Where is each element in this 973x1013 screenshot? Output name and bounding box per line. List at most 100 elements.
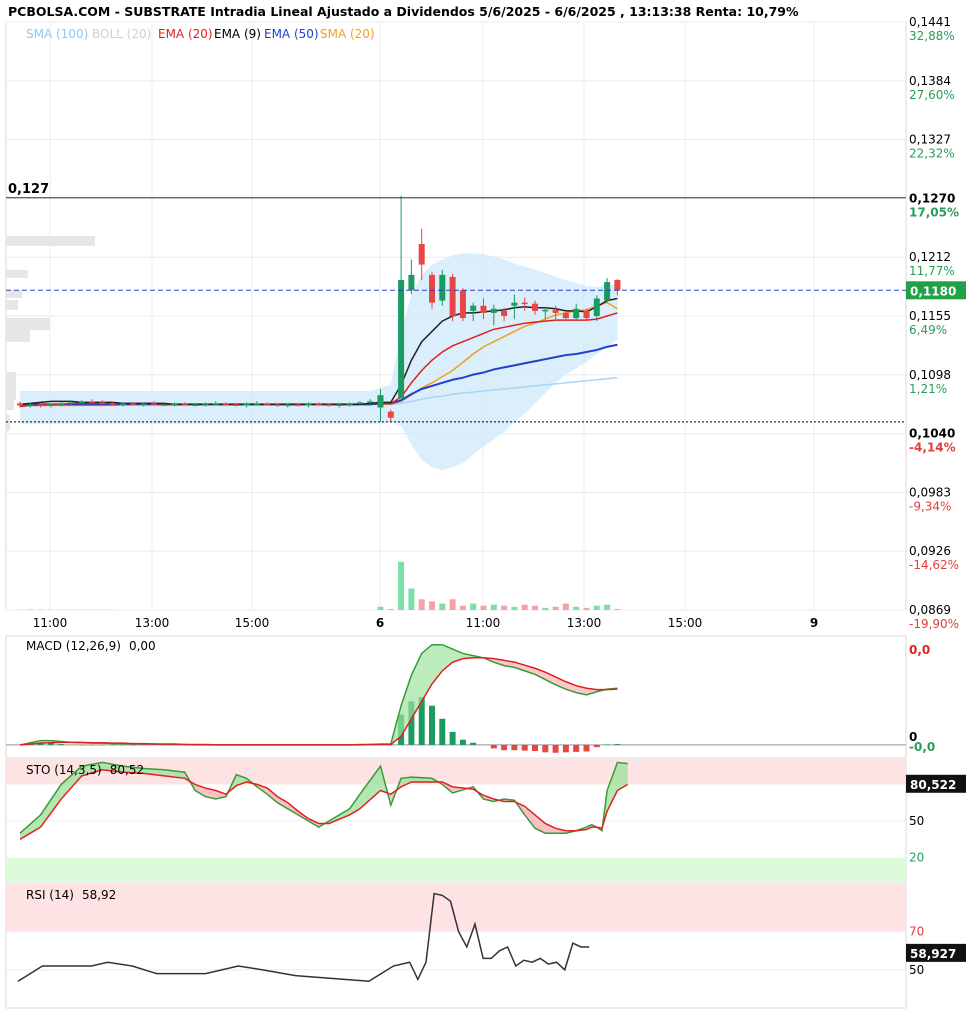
candle-body — [109, 403, 116, 405]
macd-tick-label: -0,0 — [909, 740, 935, 754]
volume-bar — [408, 588, 415, 610]
price-tick-label: 0,1155 — [909, 309, 951, 323]
candle-body — [377, 395, 384, 408]
volume-bar — [573, 606, 580, 610]
stock-chart: 0,127 0,144132,88% 0,138427,60% 0,132722,3… — [5, 4, 966, 1009]
candle-body — [305, 403, 312, 406]
macd-histogram-bar — [490, 744, 497, 749]
candle-body — [614, 280, 621, 291]
candle-body — [398, 280, 405, 399]
volume-bar — [490, 604, 497, 610]
macd-histogram-bar — [449, 731, 456, 745]
volume-bar — [604, 604, 611, 610]
candle-body — [439, 274, 446, 301]
candle-body — [418, 244, 425, 265]
macd-histogram-bar — [439, 718, 446, 745]
candle-body — [295, 404, 302, 406]
percent-tick-label: 22,32% — [909, 147, 955, 161]
volume-profile-bar — [6, 372, 16, 400]
candle-body — [449, 276, 456, 316]
rsi-tick-label: 70 — [909, 925, 924, 939]
volume-bar — [501, 605, 508, 610]
percent-tick-label: 11,77% — [909, 264, 955, 278]
candle-body — [68, 402, 75, 404]
macd-histogram-bar — [542, 744, 549, 753]
candle-body — [459, 290, 466, 319]
candle-body — [274, 404, 281, 406]
legend-item: EMA (9) — [214, 27, 261, 41]
candle-body — [233, 404, 240, 406]
price-tick-label: 0,1441 — [909, 15, 951, 29]
candle-body — [429, 274, 435, 303]
main-panel: 0,127 0,144132,88% 0,138427,60% 0,132722,3… — [5, 15, 966, 631]
price-tick-label: 0,1270 — [909, 191, 955, 205]
price-tick-label: 0,1040 — [909, 427, 955, 441]
percent-tick-label: 1,21% — [909, 382, 947, 396]
rsi-value-label: 58,927 — [910, 947, 956, 961]
sto-label: STO (14,3,5) 80,52 — [26, 763, 144, 777]
legend-item: EMA (50) — [264, 27, 319, 41]
percent-tick-label: 27,60% — [909, 88, 955, 102]
candle-body — [542, 309, 549, 312]
macd-histogram-bar — [614, 744, 621, 745]
candle-body — [243, 403, 250, 406]
volume-profile-bar — [6, 290, 22, 298]
candle-body — [336, 404, 343, 406]
macd-histogram-bar — [562, 744, 569, 753]
rsi-tick-label: 50 — [909, 963, 924, 977]
time-tick-label: 13:00 — [567, 616, 602, 630]
volume-bar — [511, 606, 518, 610]
candle-body — [253, 403, 260, 405]
candle-body — [480, 305, 487, 313]
volume-bar — [429, 601, 435, 610]
candle-body — [58, 403, 65, 405]
volume-bar — [439, 603, 446, 610]
candle-body — [387, 411, 394, 418]
volume-bar — [377, 606, 384, 610]
candle-body — [562, 312, 569, 319]
price-axis: 0,144132,88% 0,138427,60% 0,132722,32% 0,12… — [906, 15, 966, 631]
volume-bar — [387, 608, 394, 610]
percent-tick-label: 6,49% — [909, 323, 947, 337]
candle-body — [583, 310, 590, 319]
rsi-label: RSI (14) 58,92 — [26, 888, 116, 902]
candle-body — [593, 298, 600, 316]
candle-body — [212, 403, 219, 405]
macd-label: MACD (12,26,9) 0,00 — [26, 639, 156, 653]
time-tick-label: 15:00 — [668, 616, 703, 630]
candle-body — [490, 308, 497, 313]
candle-body — [150, 403, 157, 405]
candle-body — [130, 403, 137, 405]
candle-body — [573, 308, 580, 319]
volume-profile-bar — [6, 330, 30, 342]
candle-body — [604, 282, 611, 301]
macd-histogram-bar — [573, 744, 580, 752]
volume-profile-bar — [6, 415, 10, 431]
sto-value-label: 80,522 — [910, 778, 956, 792]
candle-body — [89, 401, 96, 403]
volume-profile-bar — [6, 270, 28, 278]
macd-histogram-bar — [501, 744, 508, 751]
candle-body — [367, 401, 374, 403]
legend-item: SMA (100) — [26, 27, 88, 41]
rsi-panel: 70 50 58,927 RSI (14) 58,92 — [5, 883, 966, 1009]
candle-body — [17, 403, 23, 406]
percent-tick-label: 32,88% — [909, 29, 955, 43]
sto-oversold-zone — [6, 857, 906, 882]
candle-body — [181, 403, 188, 405]
percent-tick-label: 17,05% — [909, 205, 959, 219]
candle-body — [521, 302, 528, 305]
sto-tick-label: 50 — [909, 814, 924, 828]
volume-profile-bar — [6, 236, 95, 246]
volume-bar — [480, 605, 487, 610]
price-tick-label: 0,0869 — [909, 603, 951, 617]
percent-tick-label: -4,14% — [909, 441, 956, 455]
sto-content: 50 20 80,522 — [6, 760, 966, 882]
legend-item: EMA (20) — [158, 27, 213, 41]
candle-body — [284, 404, 291, 406]
macd-histogram-bar — [470, 742, 477, 745]
time-tick-label: 11:00 — [33, 616, 68, 630]
time-tick-label: 9 — [810, 616, 818, 630]
macd-histogram-bar — [429, 705, 435, 745]
time-tick-label: 11:00 — [466, 616, 501, 630]
